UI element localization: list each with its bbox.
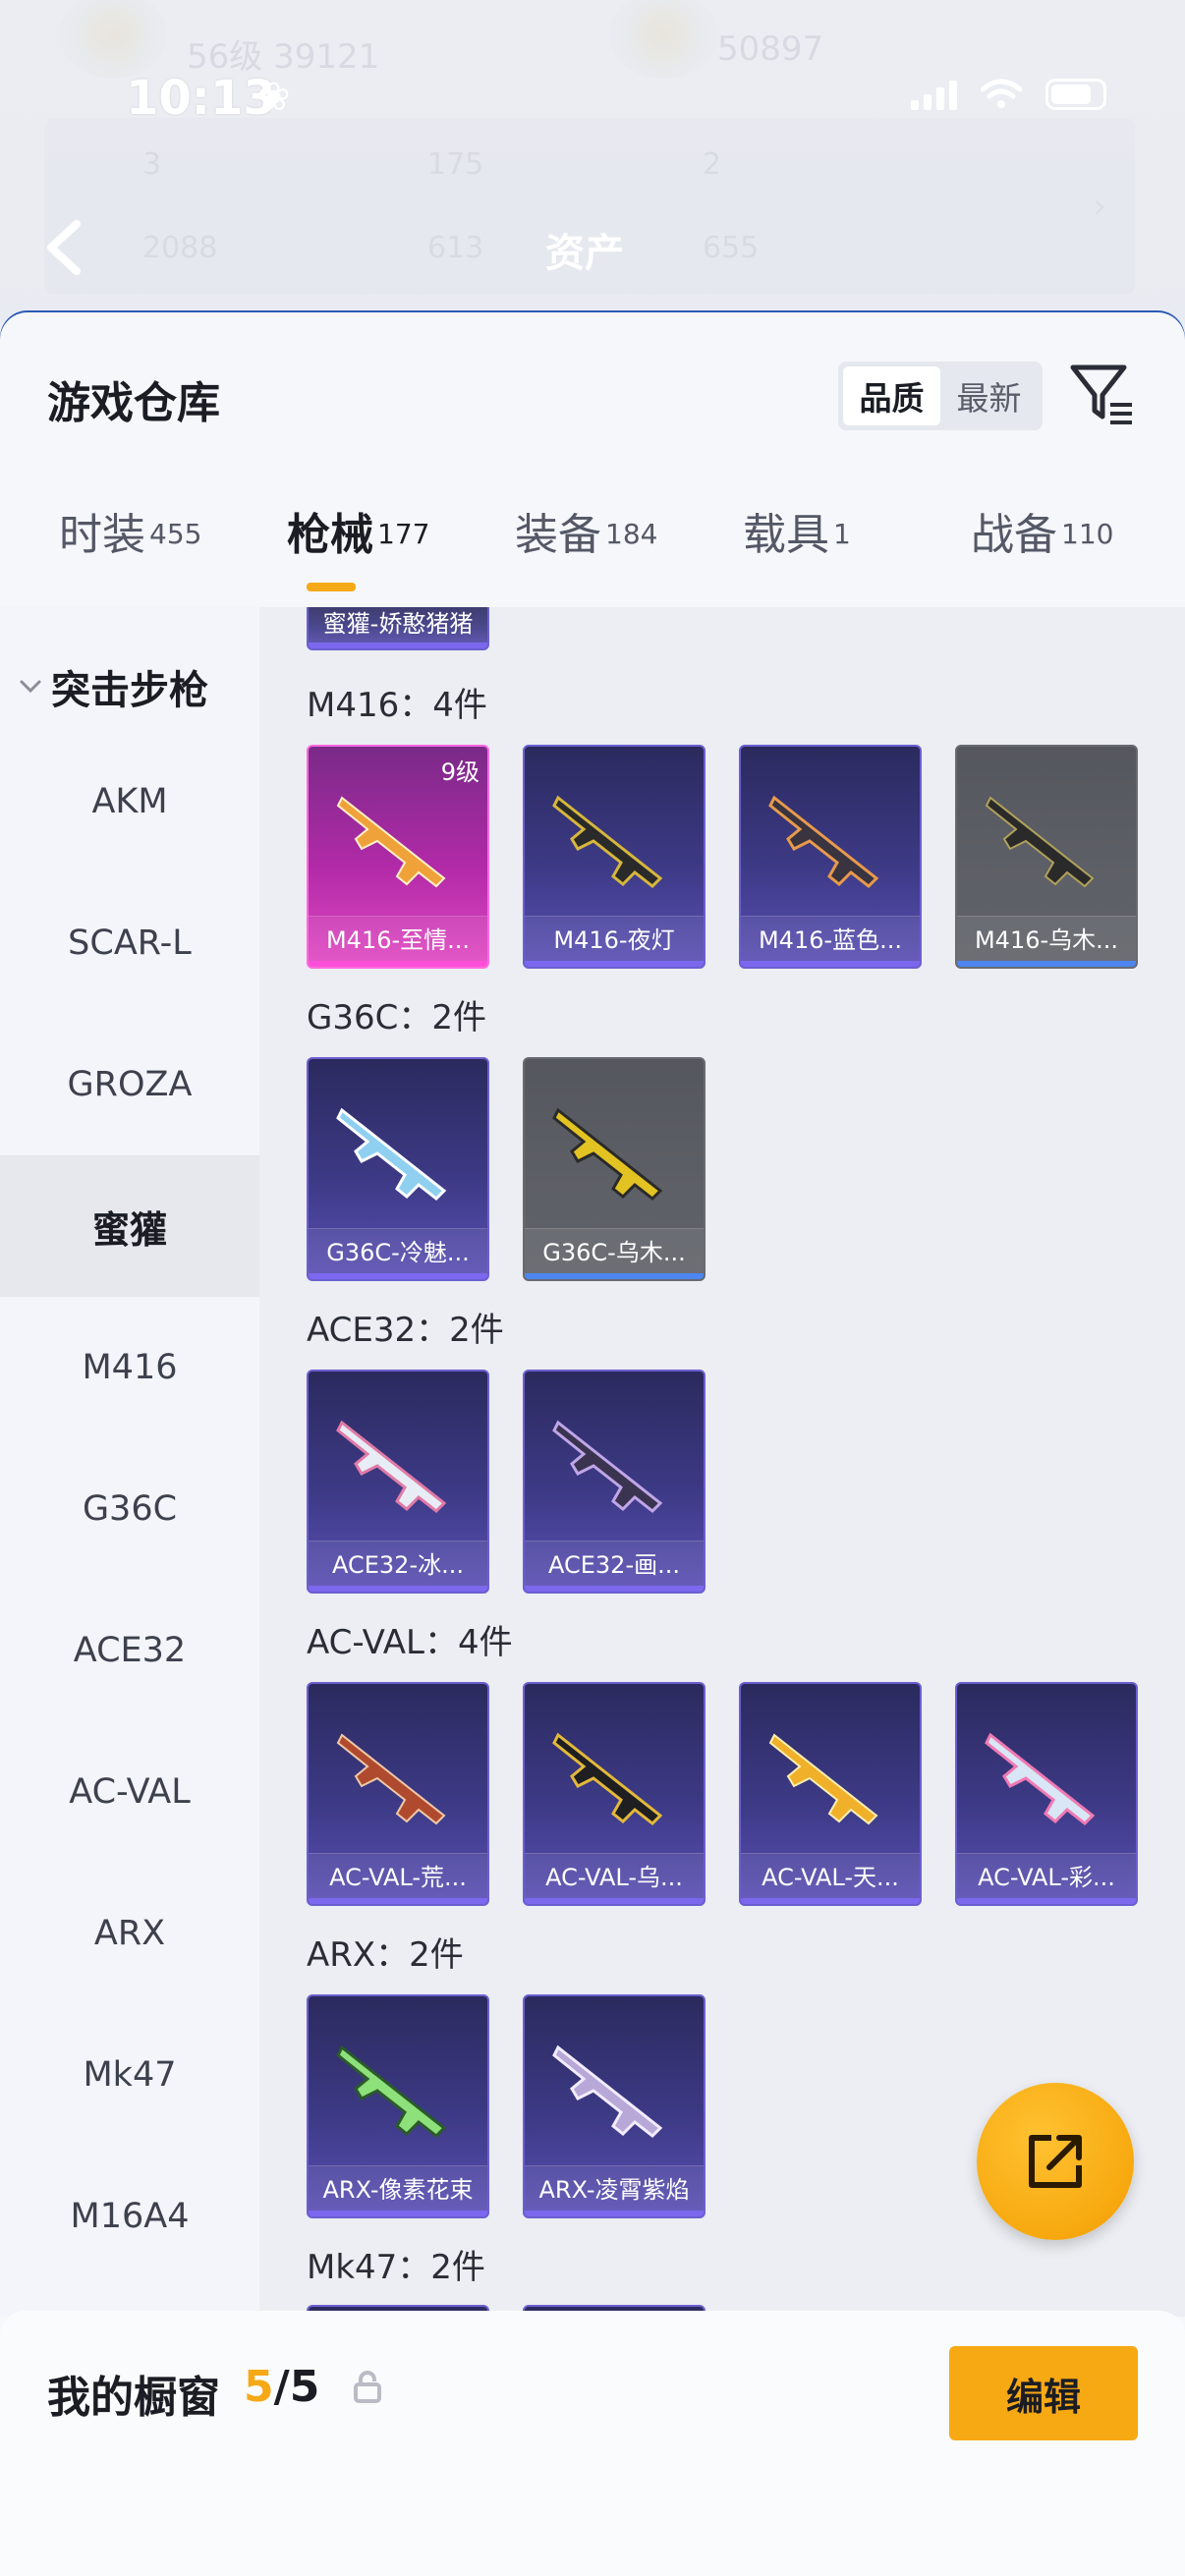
share-button[interactable] <box>977 2083 1134 2240</box>
sidebar-item-mk47[interactable]: Mk47 <box>0 2004 259 2146</box>
rifle-icon <box>336 1733 446 1825</box>
showcase-bar: 我的橱窗 5/5 编辑 <box>0 2311 1185 2576</box>
battery-icon <box>1045 79 1106 110</box>
weapon-card[interactable]: ARX-像素花束 <box>307 1994 489 2218</box>
sidebar-group-header[interactable]: 突击步枪 <box>18 658 208 715</box>
sidebar-item-arx[interactable]: ARX <box>0 1863 259 2004</box>
rifle-icon <box>552 2044 663 2138</box>
weapon-card[interactable]: G36C-冷魅... <box>307 1057 489 1281</box>
tab-fashion[interactable]: 时装 455 <box>59 499 201 607</box>
rifle-icon <box>336 2044 447 2138</box>
lock-icon <box>354 2371 381 2403</box>
group-title: Mk47：2件 <box>307 2248 485 2287</box>
rifle-icon <box>336 796 446 888</box>
weapon-card[interactable]: G36C-乌木... <box>523 1057 705 1281</box>
weapon-card[interactable]: M416-乌木... <box>955 745 1138 969</box>
rifle-icon <box>552 795 663 888</box>
player-stats: 50897 <box>717 29 824 69</box>
sidebar-item-scar-l[interactable]: SCAR-L <box>0 872 259 1014</box>
status-icons <box>911 79 1106 110</box>
group-title: AC-VAL：4件 <box>307 1623 513 1662</box>
edit-button[interactable]: 编辑 <box>949 2346 1138 2440</box>
sidebar-item-g36c[interactable]: G36C <box>0 1438 259 1580</box>
active-tab-indicator <box>307 583 356 591</box>
sidebar-item-akm[interactable]: AKM <box>0 731 259 872</box>
weapon-card[interactable]: AC-VAL-乌... <box>523 1682 705 1906</box>
weapon-card[interactable]: M416-蓝色... <box>739 745 922 969</box>
group-title: ARX：2件 <box>307 1935 464 1975</box>
player-avatar <box>609 0 717 79</box>
category-tabs: 时装 455 枪械 177 装备 184 载具 1 战备 110 <box>0 499 1185 607</box>
share-icon <box>1029 2135 1082 2188</box>
weapon-card[interactable]: ACE32-冰... <box>307 1370 489 1594</box>
level-badge: 9级 <box>440 758 480 786</box>
sort-latest-button[interactable]: 最新 <box>940 366 1038 425</box>
sort-toggle: 品质 最新 <box>838 362 1043 430</box>
group-title: M416：4件 <box>307 686 487 725</box>
rifle-icon <box>768 1733 878 1825</box>
weapon-type-sidebar: 突击步枪 AKM SCAR-L GROZA 蜜獾 M416 G36C ACE32… <box>0 607 259 2317</box>
weapon-card[interactable]: ACE32-画... <box>523 1370 705 1594</box>
sidebar-item-honey-badger[interactable]: 蜜獾 <box>0 1155 259 1297</box>
back-arrow-icon[interactable] <box>39 218 88 277</box>
warehouse-sheet: 游戏仓库 品质 最新 时装 455 枪械 177 装备 184 载具 1 战备 110 <box>0 312 1185 2576</box>
rifle-icon <box>336 1107 447 1201</box>
tab-supplies[interactable]: 战备 110 <box>971 499 1113 607</box>
chevron-right-icon: › <box>1093 187 1106 226</box>
tab-equipment[interactable]: 装备 184 <box>515 499 657 607</box>
sidebar-item-ac-val[interactable]: AC-VAL <box>0 1721 259 1863</box>
rifle-icon <box>768 795 879 888</box>
rifle-icon <box>336 1420 447 1513</box>
weapon-card[interactable]: AC-VAL-彩... <box>955 1682 1138 1906</box>
signal-icon <box>911 79 957 110</box>
status-time: 10:13 <box>126 71 276 126</box>
player-avatar <box>59 0 167 79</box>
weapon-grid: 蜜獾-娇憨猪猪 M416：4件 9级 M416-至情... M416-夜灯 M4… <box>259 607 1185 2317</box>
weapon-card[interactable]: AC-VAL-天... <box>739 1682 922 1906</box>
sidebar-item-ace32[interactable]: ACE32 <box>0 1580 259 1721</box>
sheet-title: 游戏仓库 <box>47 378 220 428</box>
rifle-icon <box>552 1107 663 1201</box>
group-title: G36C：2件 <box>307 998 486 1037</box>
sidebar-item-m416[interactable]: M416 <box>0 1297 259 1438</box>
weapon-card[interactable]: AC-VAL-荒... <box>307 1682 489 1906</box>
rifle-icon <box>552 1732 663 1825</box>
weapon-card[interactable]: ARX-凌霄紫焰 <box>523 1994 705 2218</box>
rifle-icon <box>552 1420 663 1513</box>
sidebar-item-groza[interactable]: GROZA <box>0 1014 259 1155</box>
group-title: ACE32：2件 <box>307 1311 504 1350</box>
rifle-icon <box>985 1732 1096 1825</box>
weapon-card[interactable]: 9级 M416-至情... <box>307 745 489 969</box>
page-title: 资产 <box>545 231 624 276</box>
sidebar-item-m16a4[interactable]: M16A4 <box>0 2146 259 2287</box>
filter-icon[interactable] <box>1069 362 1136 430</box>
rifle-icon <box>985 796 1095 888</box>
tab-vehicles[interactable]: 载具 1 <box>743 499 851 607</box>
chevron-down-icon <box>20 680 41 694</box>
weapon-card[interactable]: 蜜獾-娇憨猪猪 <box>307 607 489 650</box>
showcase-label: 我的橱窗 <box>47 2373 220 2423</box>
wifi-icon <box>981 79 1022 108</box>
paw-icon: ❀ <box>257 75 291 120</box>
weapon-card[interactable]: M416-夜灯 <box>523 745 705 969</box>
showcase-count: 5/5 <box>244 2362 320 2412</box>
sort-quality-button[interactable]: 品质 <box>843 366 940 425</box>
